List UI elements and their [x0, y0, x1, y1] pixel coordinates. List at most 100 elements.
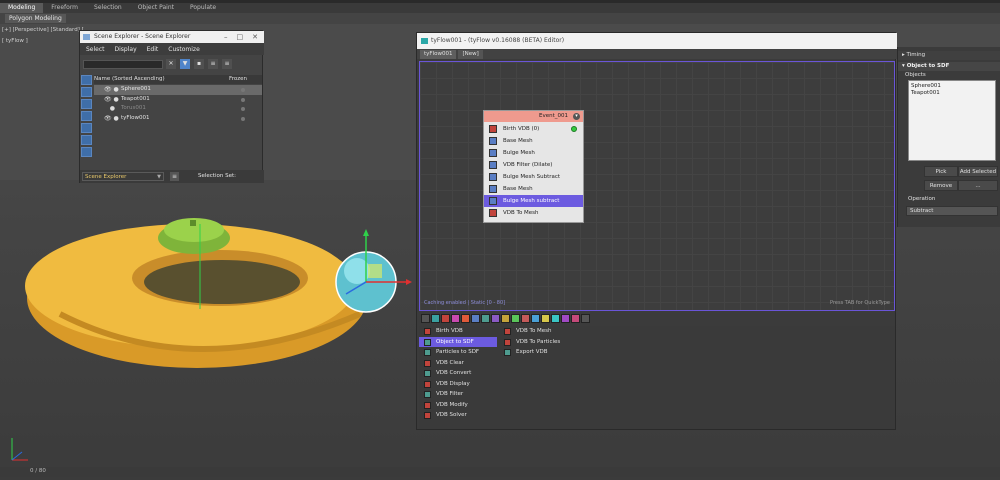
ribbon-tab-freeform[interactable]: Freeform: [43, 3, 86, 13]
objects-list[interactable]: Sphere001 Teapot001: [908, 80, 996, 161]
category-script-icon[interactable]: [571, 314, 580, 323]
palette-vdb-display[interactable]: VDB Display: [419, 379, 497, 390]
remove-button[interactable]: Remove: [924, 180, 958, 191]
column-name[interactable]: Name (Sorted Ascending): [94, 75, 165, 84]
palette-vdb-filter[interactable]: VDB Filter: [419, 389, 497, 400]
operator-vdb-to-mesh[interactable]: VDB To Mesh: [484, 207, 583, 219]
column-frozen[interactable]: Frozen: [229, 75, 247, 84]
palette-particles-to-sdf[interactable]: Particles to SDF: [419, 347, 497, 358]
lock-icon[interactable]: ▪: [194, 59, 204, 69]
event-header[interactable]: Event_001: [484, 111, 583, 122]
category-extra-icon[interactable]: [581, 314, 590, 323]
pick-button[interactable]: Pick: [924, 166, 958, 177]
filter-groups-icon[interactable]: [81, 147, 92, 157]
event-node[interactable]: Event_001 ▾ Birth VDB (0) Base Mesh Bulg…: [483, 110, 584, 223]
operator-birth-vdb[interactable]: Birth VDB (0): [484, 123, 583, 135]
ribbon-tab-modeling[interactable]: Modeling: [0, 3, 44, 13]
menu-select[interactable]: Select: [86, 46, 105, 53]
category-render-icon[interactable]: [531, 314, 540, 323]
category-shape-icon[interactable]: [471, 314, 480, 323]
filter-shapes-icon[interactable]: [81, 87, 92, 97]
layer-toggle-icon[interactable]: ≡: [222, 59, 232, 69]
add-selected-button[interactable]: Add Selected: [958, 166, 998, 177]
event-close-icon[interactable]: ▾: [573, 113, 580, 120]
object-to-sdf-rollout[interactable]: ▾ Object to SDF: [898, 62, 1000, 71]
timing-rollout[interactable]: ▸ Timing: [898, 51, 1000, 60]
category-fluids-icon[interactable]: [501, 314, 510, 323]
menu-edit[interactable]: Edit: [147, 46, 159, 53]
frozen-toggle-icon[interactable]: [241, 116, 245, 121]
operation-select[interactable]: Subtract: [906, 206, 998, 216]
palette-vdb-clear[interactable]: VDB Clear: [419, 358, 497, 369]
category-grains-icon[interactable]: [511, 314, 520, 323]
filter-lights-icon[interactable]: [81, 99, 92, 109]
palette-vdb-modify[interactable]: VDB Modify: [419, 400, 497, 411]
palette-object-to-sdf[interactable]: Object to SDF: [419, 336, 497, 347]
operator-base-mesh[interactable]: Base Mesh: [484, 135, 583, 147]
menu-display[interactable]: Display: [115, 46, 137, 53]
palette-vdb-solver[interactable]: VDB Solver: [419, 410, 497, 421]
timeline-bar[interactable]: [0, 467, 1000, 477]
category-misc-icon[interactable]: [561, 314, 570, 323]
scene-row-sphere001[interactable]: 👁 ● Sphere001: [94, 85, 262, 95]
operator-bulge-mesh-subtract-selected[interactable]: Bulge Mesh subtract: [484, 195, 583, 207]
ribbon-tab-populate[interactable]: Populate: [182, 3, 224, 13]
operator-vdb-filter[interactable]: VDB Filter (Dilate): [484, 159, 583, 171]
layer-icon[interactable]: ≡: [170, 172, 179, 181]
teapot-object[interactable]: [158, 218, 230, 254]
minimize-icon[interactable]: –: [224, 31, 228, 43]
palette-vdb-to-mesh[interactable]: VDB To Mesh: [499, 326, 589, 337]
frozen-toggle-icon[interactable]: [241, 88, 245, 92]
category-mesh-icon[interactable]: [521, 314, 530, 323]
explorer-dropdown[interactable]: Scene Explorer ▼: [82, 172, 164, 181]
operator-bulge-mesh[interactable]: Bulge Mesh: [484, 147, 583, 159]
category-export-icon[interactable]: [541, 314, 550, 323]
operator-bulge-mesh-subtract[interactable]: Bulge Mesh Subtract: [484, 171, 583, 183]
category-physx-icon[interactable]: [481, 314, 490, 323]
tab-tyflow001[interactable]: tyFlow001: [420, 50, 457, 59]
category-birth-icon[interactable]: [431, 314, 440, 323]
clear-search-icon[interactable]: ✕: [166, 59, 176, 69]
visibility-eye-icon[interactable]: 👁 ●: [104, 85, 119, 95]
filter-spacewarps-icon[interactable]: [81, 135, 92, 145]
close-icon[interactable]: ✕: [252, 31, 258, 43]
operator-base-mesh-2[interactable]: Base Mesh: [484, 183, 583, 195]
time-slider-label[interactable]: 0 / 80: [30, 468, 46, 474]
filter-helpers-icon[interactable]: [81, 123, 92, 133]
flow-canvas[interactable]: Event_001 ▾ Birth VDB (0) Base Mesh Bulg…: [419, 61, 895, 311]
objects-list-item[interactable]: Teapot001: [911, 90, 993, 97]
menu-customize[interactable]: Customize: [168, 46, 200, 53]
visibility-eye-icon[interactable]: 👁 ●: [104, 95, 119, 105]
category-vdb-icon[interactable]: [551, 314, 560, 323]
hierarchy-icon[interactable]: ≡: [208, 59, 218, 69]
objects-list-item[interactable]: Sphere001: [911, 83, 993, 90]
ribbon-tab-selection[interactable]: Selection: [86, 3, 130, 13]
visibility-eye-icon[interactable]: 👁 ●: [104, 114, 119, 124]
filter-geometry-icon[interactable]: [81, 75, 92, 85]
viewport-label-tyflow[interactable]: [ tyFlow ]: [2, 38, 28, 44]
polygon-modeling-tab[interactable]: Polygon Modeling: [5, 14, 66, 23]
palette-export-vdb[interactable]: Export VDB: [499, 347, 589, 358]
viewport-label[interactable]: [+] [Perspective] [Standard] [: [2, 27, 84, 33]
maximize-icon[interactable]: □: [237, 31, 244, 43]
palette-vdb-to-particles[interactable]: VDB To Particles: [499, 337, 589, 348]
more-options-button[interactable]: ...: [958, 180, 998, 191]
scene-row-teapot001[interactable]: 👁 ● Teapot001: [94, 95, 262, 105]
palette-birth-vdb[interactable]: Birth VDB: [419, 326, 497, 337]
category-tests-icon[interactable]: [451, 314, 460, 323]
tab-new[interactable]: [New]: [458, 50, 483, 59]
tyflow-editor-title[interactable]: tyFlow001 - (tyFlow v0.16088 (BETA) Edit…: [417, 33, 897, 49]
frozen-toggle-icon[interactable]: [241, 97, 245, 102]
category-all-icon[interactable]: [421, 314, 430, 323]
ribbon-tab-object-paint[interactable]: Object Paint: [130, 3, 182, 13]
scene-row-tyflow001[interactable]: 👁 ● tyFlow001: [94, 114, 262, 124]
visibility-hidden-icon[interactable]: ●: [104, 104, 115, 114]
scene-search-input[interactable]: [83, 60, 163, 69]
sphere-object[interactable]: [335, 229, 412, 313]
scene-row-torus001[interactable]: ● Torus001: [94, 104, 262, 114]
palette-vdb-convert[interactable]: VDB Convert: [419, 368, 497, 379]
category-cloth-icon[interactable]: [491, 314, 500, 323]
filter-icon[interactable]: ▼: [180, 59, 190, 69]
category-operators-icon[interactable]: [441, 314, 450, 323]
category-flow-icon[interactable]: [461, 314, 470, 323]
